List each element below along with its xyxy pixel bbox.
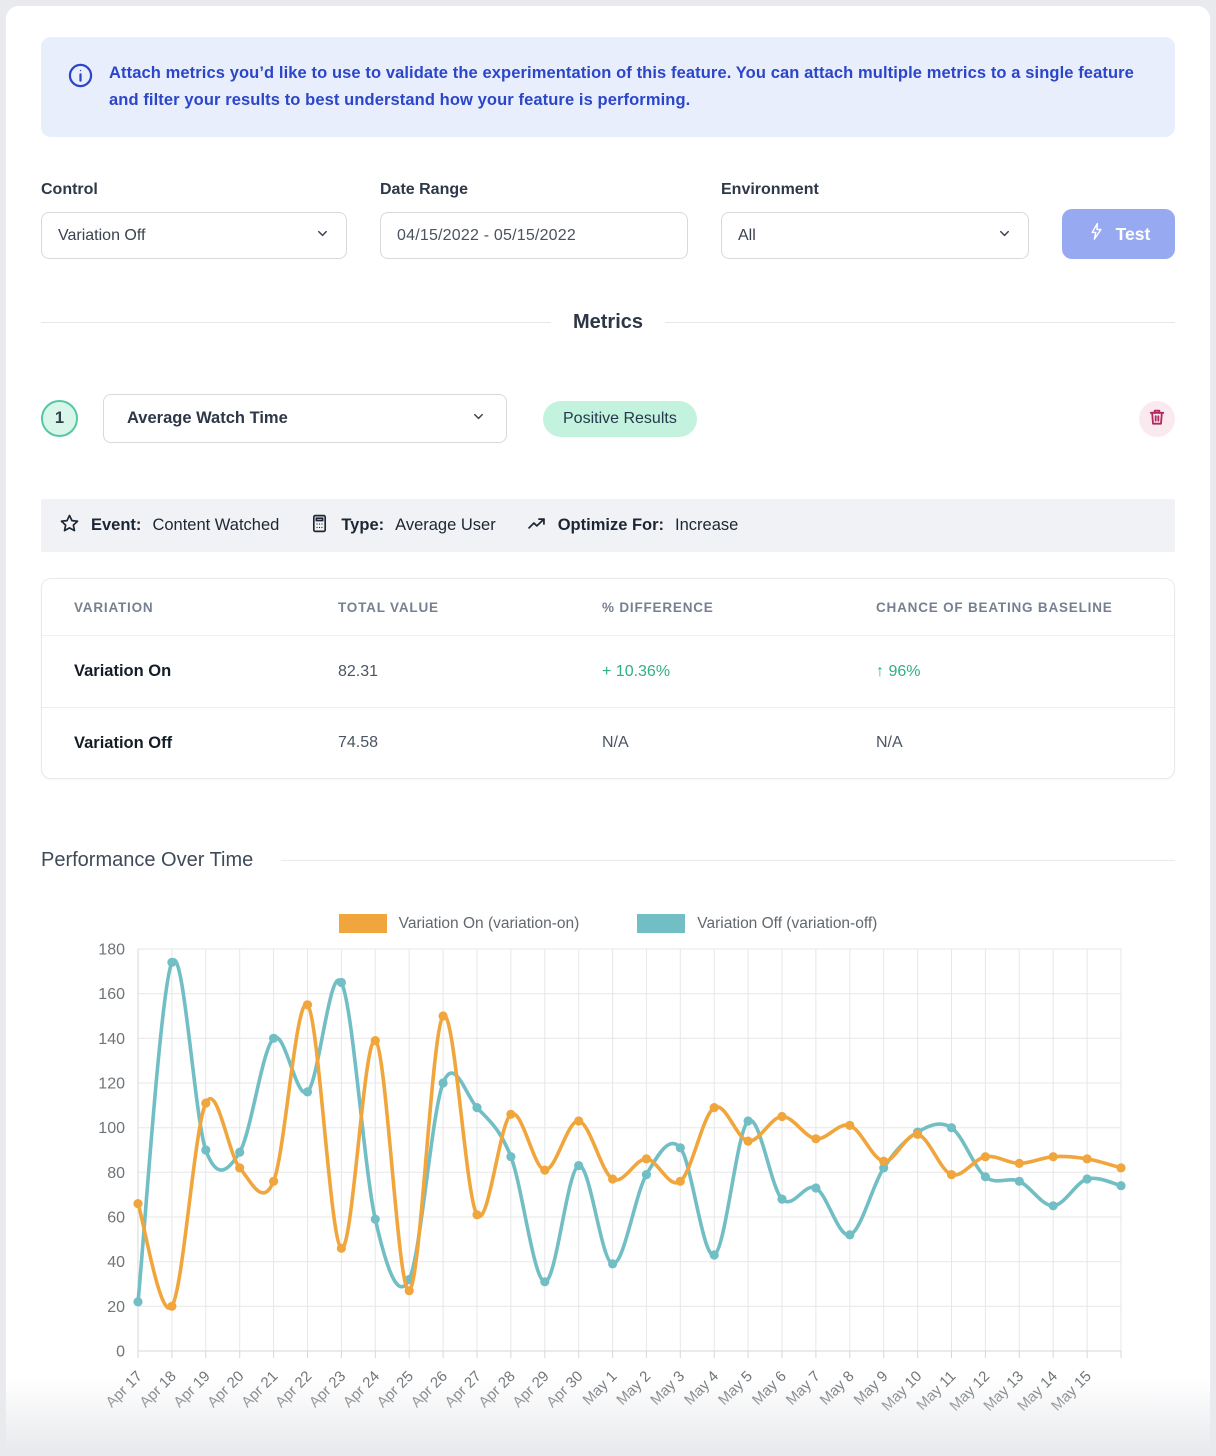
filter-controls: Control Variation Off Date Range 04/15/2… bbox=[41, 181, 1175, 259]
bolt-icon bbox=[1087, 222, 1106, 246]
svg-text:160: 160 bbox=[98, 986, 125, 1003]
control-label: Control bbox=[41, 181, 347, 199]
svg-text:Apr 20: Apr 20 bbox=[204, 1368, 247, 1411]
svg-text:May 5: May 5 bbox=[715, 1368, 756, 1409]
svg-text:May 3: May 3 bbox=[647, 1368, 688, 1409]
row-difference: N/A bbox=[602, 734, 876, 752]
svg-text:0: 0 bbox=[116, 1344, 125, 1361]
legend-swatch-variation-off bbox=[637, 914, 685, 933]
table-row: Variation On 82.31 + 10.36% ↑ 96% bbox=[42, 636, 1174, 707]
date-range-input[interactable]: 04/15/2022 - 05/15/2022 bbox=[380, 212, 688, 259]
col-header-chance: CHANCE OF BEATING BASELINE bbox=[876, 600, 1174, 615]
table-row: Variation Off 74.58 N/A N/A bbox=[42, 707, 1174, 778]
svg-text:Apr 24: Apr 24 bbox=[340, 1368, 383, 1411]
experimentation-panel: Attach metrics you’d like to use to vali… bbox=[5, 5, 1211, 1456]
svg-text:Apr 27: Apr 27 bbox=[442, 1368, 485, 1411]
performance-chart: Variation On (variation-on) Variation Of… bbox=[41, 914, 1175, 1444]
svg-text:40: 40 bbox=[107, 1254, 125, 1271]
date-range-label: Date Range bbox=[380, 181, 688, 199]
result-status-badge: Positive Results bbox=[543, 401, 697, 437]
svg-text:120: 120 bbox=[98, 1076, 125, 1093]
svg-text:May 7: May 7 bbox=[783, 1368, 824, 1409]
col-header-variation: VARIATION bbox=[74, 600, 338, 615]
control-select[interactable]: Variation Off bbox=[41, 212, 347, 259]
metrics-heading: Metrics bbox=[573, 311, 643, 334]
metric-row: 1 Average Watch Time Positive Results bbox=[41, 394, 1175, 443]
event-summary: Event: Content Watched bbox=[59, 513, 279, 539]
svg-text:May 1: May 1 bbox=[580, 1368, 621, 1409]
col-header-difference: % DIFFERENCE bbox=[602, 600, 876, 615]
svg-text:180: 180 bbox=[98, 942, 125, 959]
svg-text:May 4: May 4 bbox=[681, 1368, 722, 1409]
performance-title: Performance Over Time bbox=[41, 849, 253, 872]
legend-item-variation-off[interactable]: Variation Off (variation-off) bbox=[637, 914, 877, 933]
performance-chart-svg: 020406080100120140160180Apr 17Apr 18Apr … bbox=[41, 939, 1181, 1439]
svg-text:May 2: May 2 bbox=[613, 1368, 654, 1409]
metric-select[interactable]: Average Watch Time bbox=[103, 394, 507, 443]
divider-line bbox=[281, 860, 1175, 861]
svg-text:Apr 25: Apr 25 bbox=[374, 1368, 417, 1411]
svg-text:Apr 28: Apr 28 bbox=[475, 1368, 518, 1411]
row-chance: N/A bbox=[876, 734, 1174, 752]
svg-text:60: 60 bbox=[107, 1210, 125, 1227]
performance-section-header: Performance Over Time bbox=[41, 849, 1175, 872]
svg-text:100: 100 bbox=[98, 1120, 125, 1137]
test-button[interactable]: Test bbox=[1062, 209, 1175, 259]
svg-text:Apr 18: Apr 18 bbox=[136, 1368, 179, 1411]
environment-label: Environment bbox=[721, 181, 1029, 199]
svg-text:Apr 21: Apr 21 bbox=[238, 1368, 281, 1411]
row-total-value: 82.31 bbox=[338, 663, 602, 681]
date-range-field: Date Range 04/15/2022 - 05/15/2022 bbox=[380, 181, 688, 259]
performance-chart-canvas: 020406080100120140160180Apr 17Apr 18Apr … bbox=[41, 939, 1175, 1444]
info-icon bbox=[67, 62, 94, 94]
environment-select[interactable]: All bbox=[721, 212, 1029, 259]
control-field: Control Variation Off bbox=[41, 181, 347, 259]
svg-text:Apr 22: Apr 22 bbox=[272, 1368, 315, 1411]
legend-swatch-variation-on bbox=[339, 914, 387, 933]
trash-icon bbox=[1147, 407, 1167, 430]
chevron-down-icon bbox=[997, 226, 1012, 246]
row-total-value: 74.58 bbox=[338, 734, 602, 752]
svg-text:Apr 17: Apr 17 bbox=[103, 1368, 146, 1411]
type-summary: Type: Average User bbox=[309, 513, 495, 539]
optimize-summary: Optimize For: Increase bbox=[526, 513, 739, 539]
results-table: VARIATION TOTAL VALUE % DIFFERENCE CHANC… bbox=[41, 578, 1175, 779]
svg-text:20: 20 bbox=[107, 1299, 125, 1316]
star-icon bbox=[59, 513, 80, 539]
info-banner: Attach metrics you’d like to use to vali… bbox=[41, 37, 1175, 137]
delete-metric-button[interactable] bbox=[1139, 401, 1175, 437]
svg-text:Apr 23: Apr 23 bbox=[306, 1368, 349, 1411]
svg-text:80: 80 bbox=[107, 1165, 125, 1182]
chart-legend: Variation On (variation-on) Variation Of… bbox=[41, 914, 1175, 933]
svg-text:May 6: May 6 bbox=[749, 1368, 790, 1409]
svg-text:Apr 19: Apr 19 bbox=[170, 1368, 213, 1411]
chevron-down-icon bbox=[315, 226, 330, 246]
row-difference: + 10.36% bbox=[602, 663, 876, 681]
legend-item-variation-on[interactable]: Variation On (variation-on) bbox=[339, 914, 580, 933]
row-chance: ↑ 96% bbox=[876, 663, 1174, 681]
metric-summary-bar: Event: Content Watched Type: Average Use… bbox=[41, 499, 1175, 552]
svg-text:Apr 30: Apr 30 bbox=[543, 1368, 586, 1411]
row-variation-name: Variation On bbox=[74, 662, 338, 681]
divider-line bbox=[41, 322, 551, 323]
svg-text:Apr 29: Apr 29 bbox=[509, 1368, 552, 1411]
svg-text:Apr 26: Apr 26 bbox=[408, 1368, 451, 1411]
trending-up-icon bbox=[526, 513, 547, 539]
col-header-total-value: TOTAL VALUE bbox=[338, 600, 602, 615]
row-variation-name: Variation Off bbox=[74, 734, 338, 753]
divider-line bbox=[665, 322, 1175, 323]
svg-text:May 8: May 8 bbox=[817, 1368, 858, 1409]
metric-index-badge: 1 bbox=[41, 400, 78, 437]
svg-text:140: 140 bbox=[98, 1031, 125, 1048]
environment-field: Environment All bbox=[721, 181, 1029, 259]
chevron-down-icon bbox=[471, 409, 486, 429]
table-header-row: VARIATION TOTAL VALUE % DIFFERENCE CHANC… bbox=[42, 579, 1174, 636]
info-banner-text: Attach metrics you’d like to use to vali… bbox=[109, 60, 1145, 114]
calculator-icon bbox=[309, 513, 330, 539]
metrics-section-divider: Metrics bbox=[41, 311, 1175, 334]
